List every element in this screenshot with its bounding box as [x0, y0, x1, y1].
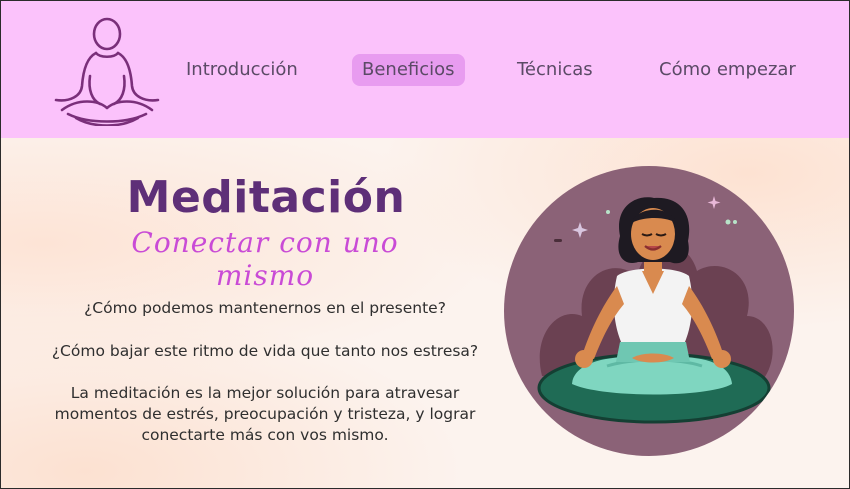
nav-como-empezar[interactable]: Cómo empezar	[659, 54, 796, 86]
intro-paragraph-line: conectarte más con vos mismo.	[141, 426, 389, 444]
page-subtitle: Conectar con uno mismo	[131, 226, 399, 292]
intro-paragraph-line: La meditación es la mejor solución para …	[70, 384, 460, 402]
intro-paragraph: La meditación es la mejor solución para …	[30, 383, 500, 446]
nav-introduccion[interactable]: Introducción	[186, 54, 298, 86]
intro-paragraph-line: momentos de estrés, preocupación y trist…	[54, 405, 476, 423]
meditating-woman-illustration	[504, 166, 794, 456]
nav-tecnicas[interactable]: Técnicas	[517, 54, 593, 86]
top-header: Introducción Beneficios Técnicas Cómo em…	[0, 0, 850, 138]
nav-beneficios[interactable]: Beneficios	[352, 54, 465, 86]
question-2: ¿Cómo bajar este ritmo de vida que tanto…	[51, 342, 479, 360]
page-title: Meditación	[126, 172, 406, 223]
meditation-logo-icon[interactable]	[48, 14, 166, 126]
question-1: ¿Cómo podemos mantenernos en el presente…	[84, 299, 446, 317]
